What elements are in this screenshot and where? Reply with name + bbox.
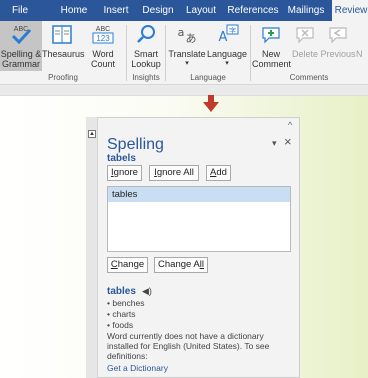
- suggestion-item[interactable]: tables: [108, 187, 290, 202]
- change-label: hange: [117, 259, 145, 270]
- ribbon: ABC Spelling & Grammar Thesaurus ABC 123…: [0, 21, 368, 85]
- tab-home[interactable]: Home: [54, 0, 94, 21]
- pane-title: Spelling: [107, 136, 164, 153]
- lightbulb-search-icon: [137, 25, 155, 43]
- previous-label: Previous: [320, 49, 356, 59]
- language-label: Language: [207, 49, 248, 59]
- translate-label: Translate: [168, 49, 206, 59]
- ignore-button[interactable]: Ignore: [107, 165, 142, 181]
- add-button[interactable]: Add: [206, 165, 231, 181]
- thesaurus-button[interactable]: Thesaurus: [42, 21, 85, 71]
- svg-text:ABC: ABC: [14, 26, 28, 33]
- spelling-label-line2: Grammar: [2, 59, 40, 69]
- tab-design[interactable]: Design: [138, 0, 178, 21]
- speaker-icon[interactable]: ◀): [142, 286, 152, 297]
- tab-references[interactable]: References: [224, 0, 282, 21]
- svg-text:A: A: [219, 30, 228, 44]
- misspelled-word: tabels: [107, 153, 136, 164]
- down-arrow-icon: [203, 95, 219, 112]
- synonym-item: • charts: [107, 309, 136, 319]
- language-icon: A 字: [219, 24, 239, 44]
- svg-text:あ: あ: [186, 32, 197, 44]
- svg-text:a: a: [178, 26, 185, 39]
- previous-comment-button[interactable]: Previous: [320, 21, 356, 71]
- synonym-item: • foods: [107, 320, 134, 330]
- synonym-item: • benches: [107, 298, 145, 308]
- translate-icon: a あ: [178, 26, 197, 44]
- change-all-label: Change A: [158, 259, 200, 270]
- new-comment-icon: [262, 27, 280, 44]
- chevron-down-icon: ▾: [185, 60, 189, 67]
- dictionary-note: Word currently does not have a dictionar…: [107, 331, 270, 361]
- pane-options-icon[interactable]: ▾: [272, 138, 277, 149]
- book-icon: [52, 25, 72, 44]
- ruler-strip: [0, 85, 368, 96]
- svg-text:123: 123: [96, 34, 110, 43]
- thesaurus-label: Thesaurus: [42, 49, 85, 59]
- collapse-icon[interactable]: ^: [288, 120, 292, 130]
- delete-comment-button[interactable]: Delete: [290, 21, 320, 71]
- svg-text:ABC: ABC: [96, 26, 110, 33]
- scroll-up-icon[interactable]: ▲: [88, 130, 96, 138]
- ignore-all-label: gnore All: [156, 167, 194, 178]
- smart-lookup-label-line1: Smart: [133, 49, 158, 59]
- new-comment-label-line1: New: [261, 49, 280, 59]
- pane-scrollbar[interactable]: [86, 117, 98, 378]
- svg-text:字: 字: [229, 26, 236, 35]
- word-count-button[interactable]: ABC 123 Word Count: [82, 21, 124, 71]
- next-comment-button[interactable]: N: [356, 21, 368, 71]
- group-label-proofing: Proofing: [48, 73, 78, 82]
- ignore-label: gnore: [113, 167, 138, 178]
- smart-lookup-button[interactable]: Smart Lookup: [129, 21, 163, 71]
- group-label-insights: Insights: [132, 73, 160, 82]
- tab-review[interactable]: Review: [332, 0, 368, 21]
- new-comment-label-line2: Comment: [252, 59, 292, 69]
- spelling-grammar-button[interactable]: ABC Spelling & Grammar: [0, 21, 42, 71]
- change-button[interactable]: Change: [107, 257, 148, 273]
- change-all-accelerator: ll: [199, 259, 204, 270]
- add-label: dd: [216, 167, 227, 178]
- tab-layout[interactable]: Layout: [178, 0, 224, 21]
- group-label-comments: Comments: [289, 73, 329, 82]
- tab-insert[interactable]: Insert: [96, 0, 136, 21]
- chevron-down-icon: ▾: [225, 60, 229, 67]
- suggestions-list[interactable]: tables: [107, 186, 291, 252]
- word-count-label-line1: Word: [92, 49, 114, 59]
- word-count-label-line2: Count: [90, 59, 116, 69]
- change-all-button[interactable]: Change All: [154, 257, 208, 273]
- translate-button[interactable]: a あ Translate ▾: [167, 21, 207, 71]
- smart-lookup-label-line2: Lookup: [131, 59, 161, 69]
- group-label-language: Language: [190, 73, 226, 82]
- previous-comment-icon: [329, 27, 347, 44]
- next-label: N: [356, 49, 363, 59]
- change-accelerator: C: [110, 259, 118, 270]
- delete-comment-icon: [296, 27, 314, 44]
- language-button[interactable]: A 字 Language ▾: [207, 21, 247, 71]
- ribbon-tab-bar: File Home Insert Design Layout Reference…: [0, 0, 368, 21]
- tab-mailings[interactable]: Mailings: [282, 0, 330, 21]
- definition-word: tables: [107, 286, 136, 297]
- get-dictionary-link[interactable]: Get a Dictionary: [107, 363, 168, 373]
- close-icon[interactable]: ×: [284, 134, 292, 149]
- word-count-icon: ABC 123: [92, 26, 114, 44]
- spelling-check-icon: ABC: [11, 26, 32, 44]
- delete-label: Delete: [291, 49, 318, 59]
- tab-file[interactable]: File: [0, 0, 40, 21]
- new-comment-button[interactable]: New Comment: [252, 21, 292, 71]
- spelling-label-line1: Spelling &: [0, 49, 42, 59]
- ignore-all-button[interactable]: Ignore All: [149, 165, 199, 181]
